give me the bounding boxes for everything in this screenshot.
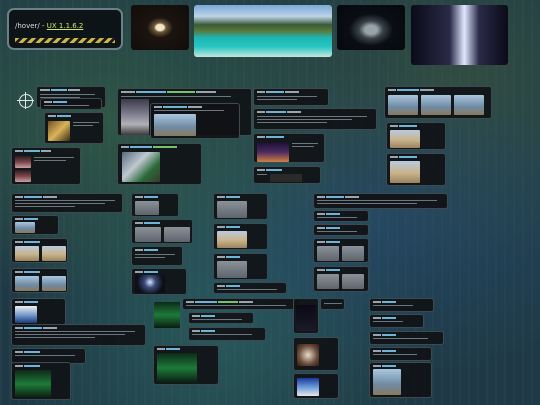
post-card[interactable] [11,215,59,235]
post-card[interactable] [188,327,266,341]
post-card[interactable] [11,324,146,346]
post-card[interactable] [213,223,268,250]
post-card[interactable] [253,133,325,163]
post-card[interactable] [131,193,179,217]
post-image[interactable] [342,274,364,289]
crosshair-icon [17,92,34,109]
post-image[interactable] [454,95,484,115]
post-image[interactable] [296,305,316,331]
post-card[interactable] [293,373,339,399]
post-card[interactable] [11,268,68,293]
post-card[interactable] [11,298,66,325]
post-image[interactable] [217,231,247,248]
post-card[interactable] [369,331,444,345]
post-image[interactable] [297,344,319,366]
lagoon-thumbnail[interactable] [194,5,332,57]
ship-thumbnail[interactable] [337,5,405,50]
post-image[interactable] [342,246,364,261]
post-card[interactable] [117,143,202,185]
post-image[interactable] [15,170,31,182]
post-image[interactable] [317,274,339,289]
site-header: /hover/ - UX 1.1.6.2 [7,8,123,50]
post-image[interactable] [135,201,159,215]
post-image[interactable] [390,130,420,148]
post-image[interactable] [317,246,339,261]
post-card[interactable] [253,88,329,106]
post-card[interactable] [386,122,446,150]
post-card[interactable] [253,108,377,130]
post-image[interactable] [388,95,418,115]
post-card[interactable] [386,153,446,186]
ufo-thumbnail[interactable] [131,5,189,50]
post-card[interactable] [320,298,345,310]
post-card[interactable] [313,238,369,263]
board-prefix: /hover/ - [15,22,47,30]
post-card[interactable] [131,246,183,266]
post-card[interactable] [11,238,68,263]
post-card[interactable] [11,362,71,400]
post-card[interactable] [313,224,369,236]
post-image[interactable] [154,114,196,136]
post-card[interactable] [188,312,254,324]
post-image[interactable] [154,302,180,328]
post-card[interactable] [182,298,300,310]
post-image[interactable] [257,142,289,162]
post-card[interactable] [44,112,104,144]
post-card[interactable] [384,86,492,119]
post-card[interactable] [153,345,219,385]
post-card[interactable] [131,219,193,244]
post-card[interactable] [150,103,240,139]
post-image[interactable] [42,276,66,291]
post-card[interactable] [213,193,268,220]
post-image[interactable] [122,152,160,182]
post-image[interactable] [135,227,161,242]
post-card[interactable] [11,147,81,185]
post-image[interactable] [421,95,451,115]
post-card[interactable] [11,193,123,213]
post-image[interactable] [270,174,302,182]
post-card[interactable] [313,266,369,292]
post-image[interactable] [48,121,70,141]
post-image[interactable] [217,201,247,218]
post-image[interactable] [135,275,165,293]
post-card[interactable] [40,98,102,110]
post-card[interactable] [369,347,432,361]
post-card[interactable] [253,166,321,184]
hazard-stripe [15,38,115,43]
post-card[interactable] [369,298,434,312]
post-card[interactable] [369,362,432,398]
post-image[interactable] [121,99,149,135]
post-card[interactable] [213,253,268,280]
post-image[interactable] [157,353,197,383]
post-image[interactable] [15,306,37,323]
post-card[interactable] [369,314,424,328]
version-link[interactable]: UX 1.1.6.2 [47,22,84,30]
post-image[interactable] [390,161,420,183]
site-title: /hover/ - UX 1.1.6.2 [15,22,83,30]
post-image[interactable] [42,246,66,261]
post-image[interactable] [297,378,319,396]
post-card[interactable] [293,337,339,371]
post-image[interactable] [15,156,31,168]
post-image[interactable] [15,222,35,233]
post-image[interactable] [15,370,51,398]
post-card[interactable] [293,298,319,334]
post-card[interactable] [131,268,187,295]
post-image[interactable] [15,276,39,291]
post-card[interactable] [313,193,448,209]
post-card[interactable] [213,282,287,294]
post-image[interactable] [217,261,247,278]
post-image[interactable] [164,227,190,242]
post-card[interactable] [313,210,369,222]
alien-thumbnail[interactable] [411,5,508,65]
post-image[interactable] [15,246,39,261]
post-image[interactable] [373,369,401,395]
